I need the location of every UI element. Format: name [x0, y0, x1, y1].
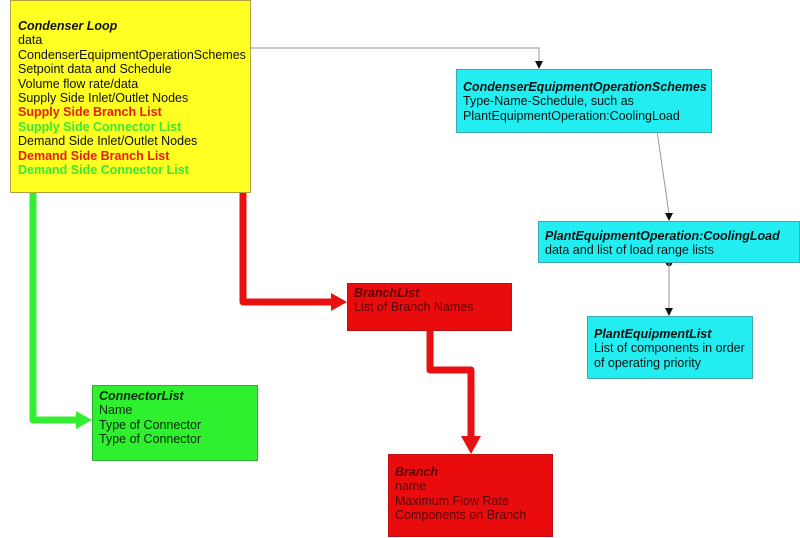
branchlist-title: BranchList [354, 286, 420, 300]
connector-branchlist-to-branch [426, 331, 475, 438]
branch-line: Components on Branch [395, 508, 527, 523]
branch-line: name [395, 479, 427, 494]
connectorlist-line: Type of Connector [99, 417, 202, 432]
coolingload-line: data and list of load range lists [545, 243, 714, 258]
condenser-loop-field: Supply Side Inlet/Outlet Nodes [18, 91, 189, 106]
condenser-equipment-operation-schemes-box: CondenserEquipmentOperationSchemes Type-… [456, 69, 712, 133]
equipmentlist-line: List of components in order [594, 341, 745, 356]
condenser-loop-field: Setpoint data and Schedule [18, 62, 172, 77]
branchlist-line: List of Branch Names [354, 300, 474, 315]
connectorlist-line: Type of Connector [99, 432, 202, 447]
equipmentlist-line: of operating priority [594, 355, 702, 370]
connector-loop-to-schemes [251, 47, 540, 62]
condenser-loop-field: Demand Side Connector List [18, 163, 189, 178]
branch-list-box: BranchList List of Branch Names [347, 283, 512, 331]
connectorlist-line: Name [99, 403, 133, 418]
branch-line: Maximum Flow Rate [395, 493, 509, 508]
condenser-loop-field: data [18, 33, 43, 48]
branch-box: Branch name Maximum Flow Rate Components… [388, 454, 553, 537]
plant-equipment-operation-coolingload-box: PlantEquipmentOperation:CoolingLoad data… [538, 221, 800, 263]
branch-title: Branch [395, 465, 439, 479]
arrowhead-equipmentlist [665, 308, 673, 316]
schemes-line: Type-Name-Schedule, such as [463, 94, 634, 109]
condenser-loop-field: Volume flow rate/data [18, 76, 139, 91]
condenser-loop-title: Condenser Loop [18, 19, 118, 33]
condenser-loop-field: Demand Side Inlet/Outlet Nodes [18, 134, 198, 149]
condenser-loop-fields: data CondenserEquipmentOperationSchemes Se… [18, 33, 250, 177]
connector-loop-to-connectorlist [29, 189, 82, 424]
arrowhead-schemes [535, 61, 543, 69]
plant-equipment-list-box: PlantEquipmentList List of components in… [587, 316, 753, 379]
connectorlist-title: ConnectorList [99, 389, 184, 403]
condenser-loop-field: Supply Side Connector List [18, 119, 182, 134]
connector-list-box: ConnectorList Name Type of Connector Typ… [92, 385, 258, 461]
condenser-loop-field: Supply Side Branch List [18, 105, 162, 120]
condenser-loop-field: Demand Side Branch List [18, 148, 170, 163]
schemes-line: PlantEquipmentOperation:CoolingLoad [463, 108, 680, 123]
arrowhead-branchlist [331, 293, 347, 311]
arrowhead-connectorlist [76, 411, 92, 429]
equipmentlist-title: PlantEquipmentList [594, 327, 712, 341]
arrowhead-coolingload [665, 213, 673, 221]
connector-loop-to-branchlist [239, 189, 338, 306]
connector-schemes-to-coolingload [655, 123, 670, 215]
condenser-loop-field: CondenserEquipmentOperationSchemes [18, 47, 246, 62]
arrowhead-branch [461, 436, 481, 454]
coolingload-title: PlantEquipmentOperation:CoolingLoad [545, 229, 780, 243]
condenser-loop-box: Condenser Loop data CondenserEquipmentOpe… [10, 0, 251, 193]
schemes-title: CondenserEquipmentOperationSchemes [463, 80, 707, 94]
